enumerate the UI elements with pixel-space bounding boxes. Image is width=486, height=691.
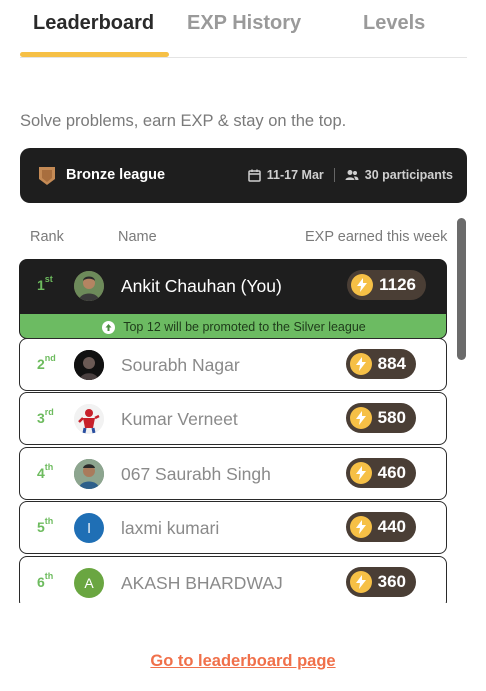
avatar	[74, 350, 104, 380]
avatar: l	[74, 513, 104, 543]
promotion-banner: Top 12 will be promoted to the Silver le…	[20, 314, 446, 338]
leaderboard-page-link[interactable]: Go to leaderboard page	[0, 652, 486, 671]
promotion-text: Top 12 will be promoted to the Silver le…	[123, 320, 366, 334]
rank-label: 4th	[37, 462, 54, 481]
exp-value: 1126	[379, 275, 416, 294]
lightning-icon	[349, 516, 372, 538]
people-icon	[345, 170, 359, 180]
exp-value: 360	[377, 572, 406, 591]
avatar	[74, 459, 104, 489]
user-name: Ankit Chauhan (You)	[121, 276, 282, 296]
exp-pill: 440	[345, 512, 416, 542]
league-name: Bronze league	[66, 167, 166, 183]
league-dates: 11-17 Mar	[266, 168, 324, 182]
exp-pill: 460	[345, 458, 416, 488]
rank-label: 1st	[37, 274, 53, 293]
exp-pill: 884	[345, 349, 416, 379]
exp-pill: 1126	[347, 270, 426, 300]
rank-label: 6th	[37, 571, 54, 590]
user-name: AKASH BHARDWAJ	[121, 573, 283, 593]
lightning-icon	[349, 407, 372, 429]
leaderboard-row-you[interactable]: 1st Ankit Chauhan (You) 1126 Top 12 will…	[19, 259, 447, 339]
tab-bar: Leaderboard EXP History Levels	[20, 0, 467, 58]
league-participants: 30 participants	[364, 168, 453, 182]
avatar	[74, 271, 104, 301]
lightning-icon	[349, 353, 372, 375]
user-name: Sourabh Nagar	[121, 355, 240, 375]
exp-pill: 580	[345, 403, 416, 433]
scrollbar-thumb[interactable]	[457, 218, 466, 360]
column-header-name: Name	[118, 229, 157, 245]
lightning-icon	[349, 462, 372, 484]
leaderboard-list[interactable]: 1st Ankit Chauhan (You) 1126 Top 12 will…	[0, 258, 486, 603]
user-photo-icon	[74, 350, 104, 380]
rank-label: 5th	[37, 516, 54, 535]
active-tab-indicator	[20, 52, 169, 57]
column-header-rank: Rank	[30, 229, 64, 245]
leaderboard-row[interactable]: 4th 067 Saurabh Singh 460	[19, 447, 447, 500]
exp-value: 440	[377, 517, 406, 536]
column-header-exp: EXP earned this week	[305, 229, 448, 245]
user-photo-icon	[74, 459, 104, 489]
tab-levels[interactable]: Levels	[363, 12, 425, 35]
leaderboard-row[interactable]: 2nd Sourabh Nagar 884	[19, 338, 447, 391]
league-meta: 11-17 Mar 30 participants	[248, 168, 453, 182]
meta-divider	[333, 168, 335, 182]
exp-value: 460	[377, 463, 406, 482]
league-banner: Bronze league 11-17 Mar 30 participants	[20, 148, 467, 203]
avatar-initial: A	[84, 575, 94, 591]
leaderboard-row[interactable]: 5th l laxmi kumari 440	[19, 501, 447, 554]
leaderboard-row[interactable]: 3rd Kumar Verneet 580	[19, 392, 447, 445]
user-name: laxmi kumari	[121, 518, 220, 538]
lightning-icon	[351, 274, 374, 296]
list-scrollbar[interactable]	[457, 218, 466, 603]
bronze-badge-icon	[39, 167, 55, 185]
avatar	[74, 404, 104, 434]
user-name: 067 Saurabh Singh	[121, 464, 271, 484]
page-subtitle: Solve problems, earn EXP & stay on the t…	[20, 112, 347, 130]
lightning-icon	[349, 571, 372, 593]
exp-value: 884	[377, 354, 406, 373]
calendar-icon	[248, 169, 261, 182]
rank-label: 2nd	[37, 353, 56, 372]
user-photo-icon	[74, 404, 104, 434]
avatar: A	[74, 568, 104, 598]
user-photo-icon	[74, 271, 104, 301]
leaderboard-row[interactable]: 6th A AKASH BHARDWAJ 360	[19, 556, 447, 603]
rank-label: 3rd	[37, 407, 54, 426]
avatar-initial: l	[87, 520, 91, 536]
tab-exp-history[interactable]: EXP History	[187, 12, 301, 35]
exp-pill: 360	[345, 567, 416, 597]
tab-leaderboard[interactable]: Leaderboard	[33, 12, 154, 35]
arrow-up-icon	[102, 320, 116, 334]
user-name: Kumar Verneet	[121, 409, 238, 429]
exp-value: 580	[377, 408, 406, 427]
